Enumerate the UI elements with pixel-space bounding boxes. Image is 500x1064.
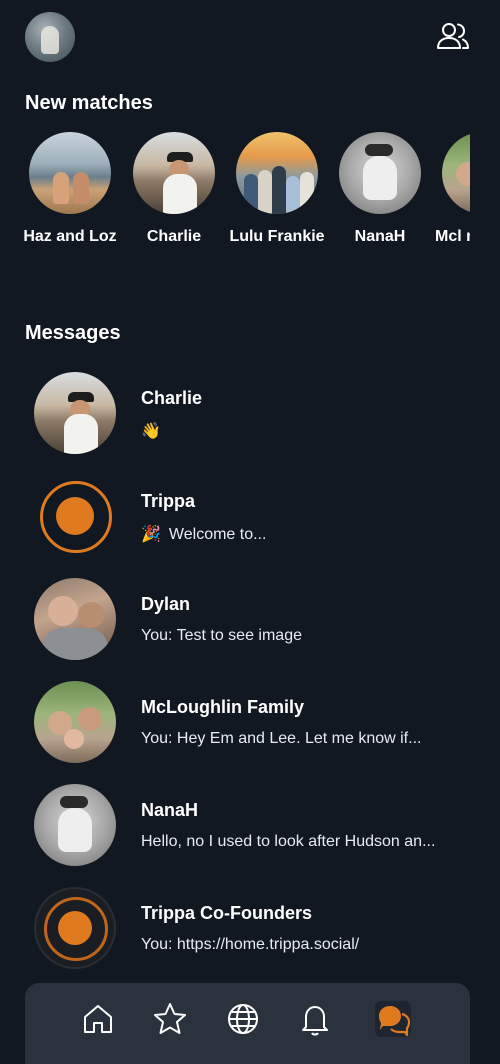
message-row[interactable]: McLoughlin Family You: Hey Em and Lee. L…	[0, 675, 500, 775]
match-photo	[29, 132, 111, 214]
match-photo	[236, 132, 318, 214]
matches-row[interactable]: Haz and Loz Charlie Lulu Frankie NanaH M…	[0, 132, 470, 282]
match-item[interactable]: Haz and Loz	[18, 132, 122, 248]
message-avatar	[34, 681, 116, 763]
match-name: Charlie	[146, 228, 202, 245]
nav-notifications[interactable]	[297, 1001, 333, 1037]
header	[0, 0, 500, 80]
star-icon	[154, 1003, 186, 1034]
message-row[interactable]: Trippa 🎉 Welcome to...	[0, 469, 500, 569]
message-preview: 🎉 Welcome to...	[141, 524, 266, 544]
message-preview: 👋	[141, 421, 169, 441]
new-matches-title: New matches	[25, 92, 153, 114]
match-photo	[442, 132, 470, 214]
match-photo	[133, 132, 215, 214]
app-root: New matches Haz and Loz Charlie Lulu Fra…	[0, 0, 500, 1064]
profile-avatar[interactable]	[25, 12, 75, 62]
message-name: Charlie	[141, 388, 203, 408]
message-row[interactable]: Charlie 👋	[0, 366, 500, 466]
message-preview-text: Welcome to...	[168, 526, 267, 543]
bell-icon	[302, 1006, 328, 1036]
message-name: Dylan	[141, 594, 191, 614]
nav-explore[interactable]	[225, 1001, 261, 1037]
message-row[interactable]: Dylan You: Test to see image	[0, 572, 500, 672]
message-avatar	[34, 475, 116, 557]
home-icon	[84, 1005, 112, 1033]
message-preview: You: Test to see image	[141, 627, 302, 644]
match-photo	[339, 132, 421, 214]
bottom-nav	[25, 983, 470, 1064]
nav-favorites[interactable]	[152, 1001, 188, 1037]
match-item[interactable]: Mcl n F	[431, 132, 470, 248]
match-item[interactable]: Lulu Frankie	[225, 132, 329, 248]
match-name: Lulu Frankie	[229, 228, 325, 245]
match-name: Haz and Loz	[23, 228, 117, 245]
messages-title: Messages	[25, 322, 121, 344]
message-preview: You: Hey Em and Lee. Let me know if...	[141, 730, 422, 747]
party-emoji: 🎉	[141, 526, 161, 543]
trippa-logo-icon	[34, 475, 116, 557]
message-avatar	[34, 887, 116, 969]
message-avatar	[34, 784, 116, 866]
nav-home[interactable]	[80, 1001, 116, 1037]
people-icon[interactable]	[436, 21, 470, 51]
message-name: NanaH	[141, 800, 199, 820]
nav-messages[interactable]	[375, 1001, 411, 1037]
message-preview: You: https://home.trippa.social/	[141, 936, 360, 953]
globe-icon	[228, 1004, 258, 1034]
message-name: McLoughlin Family	[141, 697, 305, 717]
message-avatar	[34, 372, 116, 454]
message-preview: Hello, no I used to look after Hudson an…	[141, 833, 436, 850]
match-item[interactable]: NanaH	[328, 132, 432, 248]
chat-icon	[379, 1006, 411, 1037]
message-row[interactable]: NanaH Hello, no I used to look after Hud…	[0, 778, 500, 878]
message-name: Trippa Co-Founders	[141, 903, 312, 923]
match-item[interactable]: Charlie	[122, 132, 226, 248]
match-name: Mcl n F	[435, 228, 470, 245]
message-name: Trippa	[141, 491, 196, 511]
profile-photo	[41, 26, 59, 54]
message-avatar	[34, 578, 116, 660]
match-name: NanaH	[354, 228, 406, 245]
message-row[interactable]: Trippa Co-Founders You: https://home.tri…	[0, 881, 500, 981]
wave-emoji: 👋	[141, 423, 161, 440]
